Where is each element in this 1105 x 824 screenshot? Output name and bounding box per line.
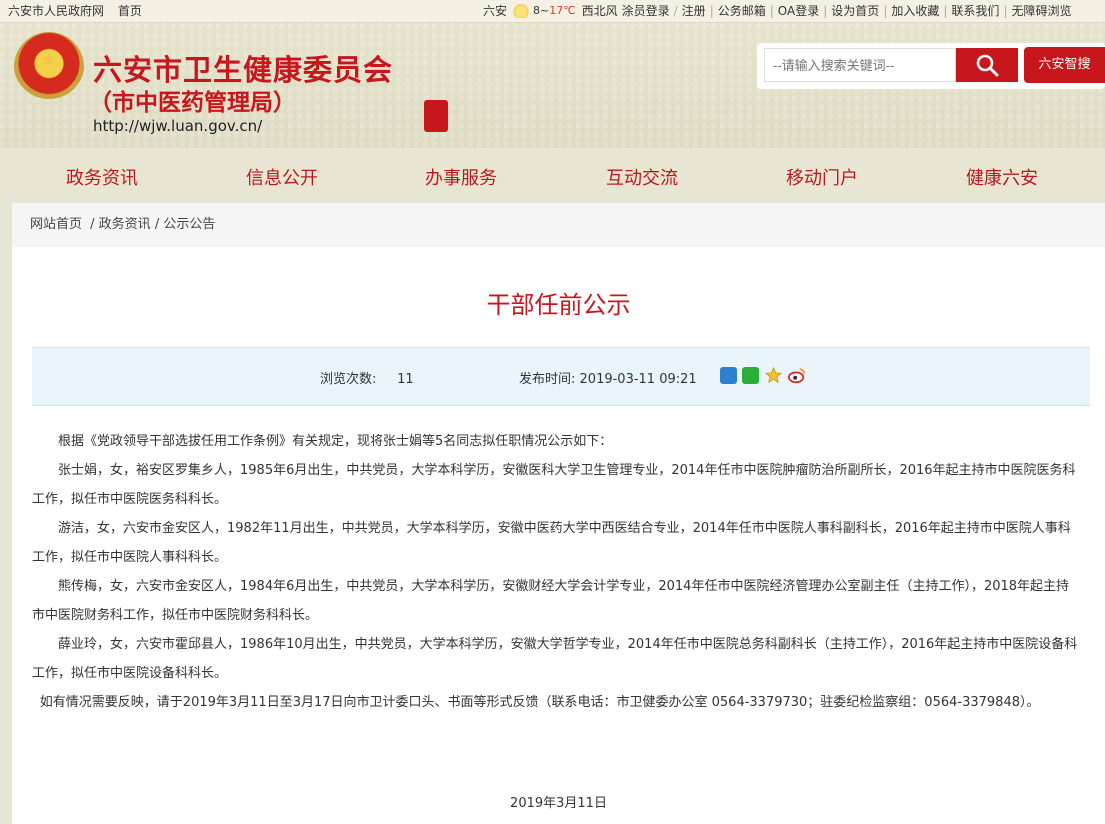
search-input[interactable] <box>764 48 956 82</box>
weather-city: 六安 <box>483 4 508 18</box>
plus-share-icon[interactable] <box>720 367 737 384</box>
org-subtitle: （市中医药管理局） <box>89 90 296 116</box>
nav-interaction[interactable]: 互动交流 <box>606 164 678 190</box>
weather-wind: 西北风 <box>581 4 618 18</box>
nav-healthy-luan[interactable]: 健康六安 <box>966 164 1038 190</box>
topbar-left-links: 六安市人民政府网 首页 <box>8 0 152 22</box>
weather-temp: 8~17℃ <box>533 4 576 17</box>
nav-gov-news[interactable]: 政务资讯 <box>66 164 138 190</box>
breadcrumb-news[interactable]: 政务资讯 <box>99 217 151 232</box>
national-emblem-icon <box>14 32 84 102</box>
article-container: 干部任前公示 浏览次数: 11 发布时间: 2019-03-11 09:21 根… <box>12 247 1105 824</box>
paragraph: 根据《党政领导干部选拔任用工作条例》有关规定，现将张士娟等5名同志拟任职情况公示… <box>58 434 613 449</box>
breadcrumb-notices[interactable]: 公示公告 <box>163 217 215 232</box>
nav-services[interactable]: 办事服务 <box>425 164 497 190</box>
paragraph: 张士娟，女，裕安区罗集乡人，1985年6月出生，中共党员，大学本科学历，安徽医科… <box>32 463 1076 507</box>
paragraph: 熊传梅，女，六安市金安区人，1984年6月出生，中共党员，大学本科学历，安徽财经… <box>32 579 1070 623</box>
breadcrumb-home[interactable]: 网站首页 <box>30 217 82 232</box>
article-meta-bar: 浏览次数: 11 发布时间: 2019-03-11 09:21 <box>32 347 1090 406</box>
member-login-link[interactable]: 涂员登录 <box>622 0 670 22</box>
top-utility-bar: 六安市人民政府网 首页 六安 8~17℃ 西北风 涂员登录 / 注册 | 公务邮箱 |… <box>0 0 1105 23</box>
wechat-icon[interactable] <box>742 367 759 384</box>
breadcrumb: 网站首页 / 政务资讯 / 公示公告 <box>12 203 1105 248</box>
publish-time: 发布时间: 2019-03-11 09:21 <box>519 372 697 387</box>
article-title: 干部任前公示 <box>486 291 631 319</box>
paragraph: 游洁，女，六安市金安区人，1982年11月出生，中共党员，大学本科学历，安徽中医… <box>32 521 1071 565</box>
paragraph: 薛业玲，女，六安市霍邱县人，1986年10月出生，中共党员，大学本科学历，安徽大… <box>32 637 1078 681</box>
signature-date: 2019年3月11日 <box>510 796 607 811</box>
contact-us-link[interactable]: 联系我们 <box>951 0 999 22</box>
add-favorite-link[interactable]: 加入收藏 <box>891 0 939 22</box>
gov-email-link[interactable]: 公务邮箱 <box>718 0 766 22</box>
nav-info-disclosure[interactable]: 信息公开 <box>246 164 318 190</box>
main-nav: 政务资讯 信息公开 办事服务 互动交流 移动门户 健康六安 <box>0 148 1105 203</box>
star-icon[interactable] <box>764 366 783 384</box>
topbar-right: 六安 8~17℃ 西北风 涂员登录 / 注册 | 公务邮箱 | OA登录 | 设为首页 |… <box>483 0 1072 22</box>
search-icon <box>976 54 999 77</box>
smart-search-button[interactable]: 六安智搜 <box>1024 47 1105 83</box>
register-link[interactable]: 注册 <box>682 0 706 22</box>
article-body: 根据《党政领导干部选拔任用工作条例》有关规定，现将张士娟等5名同志拟任职情况公示… <box>32 427 1082 717</box>
set-homepage-link[interactable]: 设为首页 <box>831 0 879 22</box>
sun-cloud-icon <box>511 4 532 18</box>
gov-portal-link[interactable]: 六安市人民政府网 <box>8 4 104 18</box>
search-button[interactable] <box>956 48 1018 82</box>
nav-mobile-portal[interactable]: 移动门户 <box>786 164 858 190</box>
paragraph: 如有情况需要反映，请于2019年3月11日至3月17日向市卫计委口头、书面等形式… <box>39 695 1040 710</box>
home-link[interactable]: 首页 <box>118 4 142 18</box>
site-url: http://wjw.luan.gov.cn/ <box>93 117 263 135</box>
accessibility-link[interactable]: 无障碍浏览 <box>1011 0 1071 22</box>
weibo-icon[interactable] <box>788 367 806 384</box>
oa-login-link[interactable]: OA登录 <box>778 0 819 22</box>
view-count: 浏览次数: 11 <box>320 372 414 387</box>
red-seal-icon <box>424 100 448 132</box>
